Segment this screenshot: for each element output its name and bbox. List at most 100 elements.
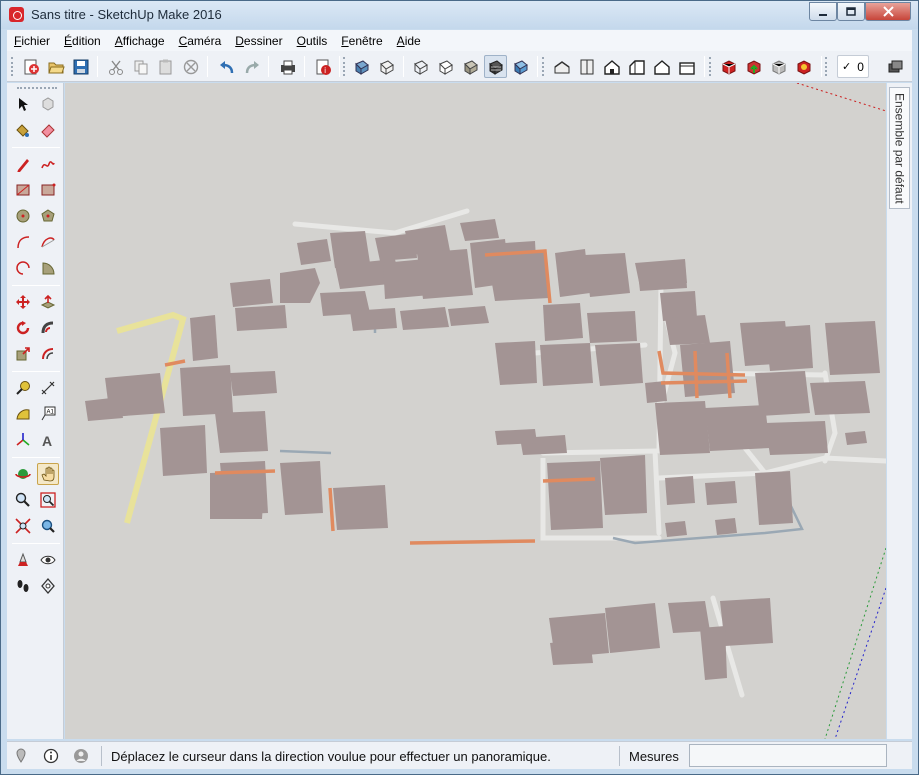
shaded-button[interactable] [459,55,482,78]
move-tool[interactable] [12,291,34,313]
wireframe-icon [413,59,428,75]
three-point-arc-tool[interactable] [12,257,34,279]
text-tool[interactable]: A1 [37,403,59,425]
window-title: Sans titre - SketchUp Make 2016 [31,7,222,22]
front-view-button[interactable] [600,55,623,78]
two-point-arc-tool[interactable] [37,231,59,253]
menu-fenetre[interactable]: Fenêtre [334,34,389,48]
zoom-tool[interactable] [12,489,34,511]
follow-me-tool[interactable] [37,317,59,339]
sketchup-logo-icon[interactable] [9,7,24,22]
axes-tool[interactable] [12,429,34,451]
geolocation-button[interactable] [13,748,29,764]
toolbar-grip[interactable] [343,57,346,76]
select-tool[interactable] [12,93,34,115]
menu-edition[interactable]: Édition [57,34,108,48]
toolbar-grip[interactable] [542,57,545,76]
city-model-scene[interactable] [65,83,886,739]
cut-button[interactable] [104,55,127,78]
maximize-button[interactable] [837,2,865,21]
tray-tab-default[interactable]: Ensemble par défaut [889,87,910,209]
credits-button[interactable] [43,748,59,764]
wireframe-button[interactable] [409,55,432,78]
svg-text:i: i [324,66,326,75]
menu-camera[interactable]: Caméra [172,34,229,48]
polygon-tool[interactable] [37,205,59,227]
layer-select[interactable]: ✓ 0 [837,55,869,78]
iso-view-button[interactable] [550,55,573,78]
toolbar-grip[interactable] [825,57,828,76]
rotated-rectangle-tool[interactable] [37,179,59,201]
title-bar[interactable]: Sans titre - SketchUp Make 2016 [1,1,918,29]
offset-tool[interactable] [37,343,59,365]
tape-measure-tool[interactable] [12,377,34,399]
rotated-rectangle-icon [41,183,56,196]
protractor-tool[interactable] [12,403,34,425]
new-file-button[interactable] [19,55,42,78]
copy-button[interactable] [129,55,152,78]
toolbar-grip[interactable] [11,57,14,76]
orbit-tool[interactable] [12,463,34,485]
rotate-tool[interactable] [12,317,34,339]
3d-text-tool[interactable]: A [37,429,59,451]
warehouse-button[interactable] [717,55,740,78]
back-view-button[interactable] [650,55,673,78]
menu-aide[interactable]: Aide [390,34,428,48]
toolbar-grip[interactable] [709,57,712,76]
freehand-tool[interactable] [37,153,59,175]
model-info-button[interactable]: i [311,55,334,78]
minimize-icon [819,13,827,16]
green-axis-line [824,547,886,739]
save-button[interactable] [69,55,92,78]
dimension-tool[interactable] [37,377,59,399]
close-button[interactable] [865,2,911,21]
zoom-window-tool[interactable] [37,489,59,511]
menu-dessiner[interactable]: Dessiner [228,34,289,48]
section-plane-tool[interactable] [37,575,59,597]
polygon-icon [41,209,55,222]
menu-outils[interactable]: Outils [290,34,335,48]
eraser-tool[interactable] [37,119,59,141]
share-component-button[interactable] [767,55,790,78]
menu-fichier[interactable]: Fichier [7,34,57,48]
left-view-button[interactable] [675,55,698,78]
previous-view-tool[interactable] [37,515,59,537]
palette-grip[interactable] [17,87,57,90]
circle-tool[interactable] [12,205,34,227]
scale-tool[interactable] [12,343,34,365]
line-tool[interactable] [12,153,34,175]
open-file-button[interactable] [44,55,67,78]
share-model-button[interactable] [742,55,765,78]
xray-button[interactable] [350,55,373,78]
position-camera-tool[interactable] [12,549,34,571]
measurements-input[interactable] [689,744,887,767]
paint-bucket-tool[interactable] [12,119,34,141]
drawing-viewport[interactable] [65,83,886,739]
pie-tool[interactable] [37,257,59,279]
print-button[interactable] [276,55,299,78]
minimize-button[interactable] [809,2,837,21]
look-around-tool[interactable] [37,549,59,571]
paste-button[interactable] [154,55,177,78]
back-edges-button[interactable] [375,55,398,78]
erase-button[interactable] [179,55,202,78]
walk-tool[interactable] [12,575,34,597]
zoom-extents-tool[interactable] [12,515,34,537]
component-tool[interactable] [37,93,59,115]
extension-warehouse-button[interactable] [792,55,815,78]
hidden-line-button[interactable] [434,55,457,78]
undo-button[interactable] [215,55,238,78]
shaded-textures-button[interactable] [484,55,507,78]
arc-tool[interactable] [12,231,34,253]
back-edges-icon [379,59,394,75]
redo-button[interactable] [240,55,263,78]
menu-affichage[interactable]: Affichage [108,34,172,48]
push-pull-tool[interactable] [37,291,59,313]
rectangle-tool[interactable] [12,179,34,201]
right-view-button[interactable] [625,55,648,78]
monochrome-button[interactable] [509,55,532,78]
top-view-button[interactable] [575,55,598,78]
pan-tool[interactable] [37,463,59,485]
sign-in-button[interactable] [73,748,89,764]
layers-button[interactable] [883,55,906,78]
